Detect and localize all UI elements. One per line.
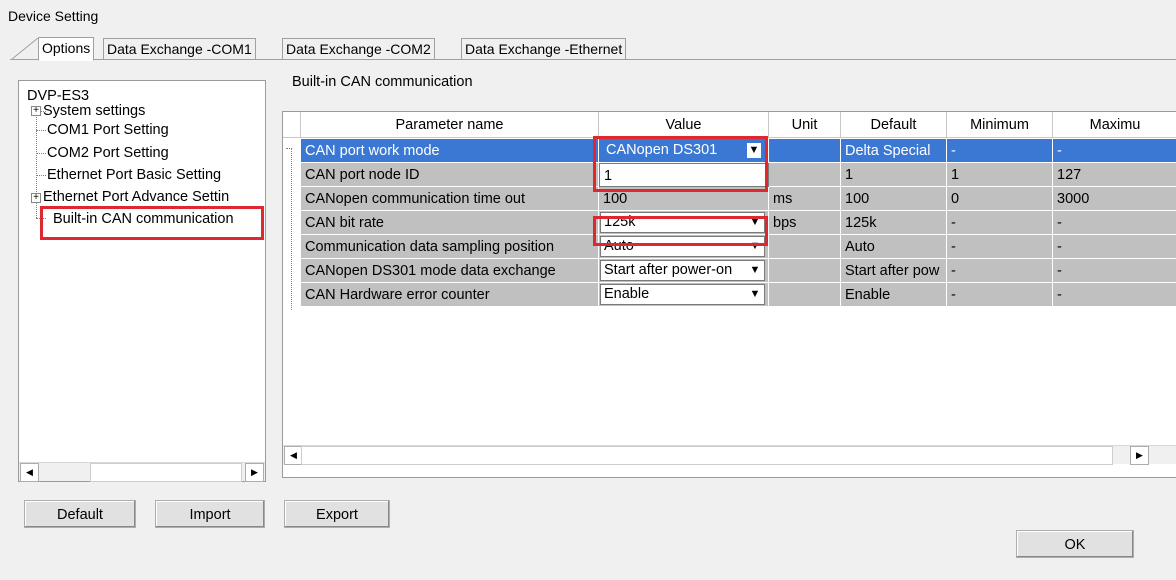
column-header-default[interactable]: Default [841,112,947,138]
param-name-cell[interactable]: CAN Hardware error counter [301,283,599,307]
param-name-cell[interactable]: CAN port node ID [301,163,599,187]
value-cell[interactable]: Start after power-on ▼ [599,259,769,283]
arrow-right-icon[interactable]: ▶ [245,463,264,482]
default-cell: Start after pow [841,259,947,283]
arrow-right-icon[interactable]: ▶ [1130,446,1149,465]
arrow-left-icon[interactable]: ◀ [20,463,39,482]
window-title: Device Setting [8,8,99,24]
tree-item-com1-port-setting[interactable]: COM1 Port Setting [47,121,169,139]
param-name-cell[interactable]: CAN port work mode [301,139,599,163]
unit-cell [769,139,841,163]
value-dropdown[interactable]: Enable ▼ [600,284,765,305]
minimum-cell: - [947,235,1053,259]
minimum-cell: - [947,139,1053,163]
tab-data-exchange-com2[interactable]: Data Exchange -COM2 [282,38,435,59]
expand-icon[interactable]: + [31,193,41,203]
export-button[interactable]: Export [284,500,390,528]
column-header-unit[interactable]: Unit [769,112,841,138]
tree-item-ethernet-port-basic-setting[interactable]: Ethernet Port Basic Setting [47,166,221,184]
grid-header-spacer [283,112,301,138]
maximum-cell: - [1053,235,1176,259]
dropdown-arrow-icon[interactable]: ▼ [748,287,762,302]
param-name-cell[interactable]: CAN bit rate [301,211,599,235]
value-dropdown-text: Enable [604,286,650,302]
param-name-cell[interactable]: CANopen DS301 mode data exchange [301,259,599,283]
maximum-cell: 127 [1053,163,1176,187]
minimum-cell: 1 [947,163,1053,187]
tree-connector [36,175,46,176]
scrollbar-thumb[interactable] [301,446,1113,465]
expand-icon[interactable]: + [31,106,41,116]
tab-underline [10,59,1176,60]
column-header-value[interactable]: Value [599,112,769,138]
default-cell: 1 [841,163,947,187]
tab-data-exchange-ethernet[interactable]: Data Exchange -Ethernet [461,38,627,59]
minimum-cell: - [947,259,1053,283]
maximum-cell: - [1053,259,1176,283]
default-cell: Auto [841,235,947,259]
unit-cell [769,283,841,307]
value-dropdown[interactable]: Start after power-on ▼ [600,260,765,281]
device-tree[interactable]: DVP-ES3 + System settings COM1 Port Sett… [18,80,266,482]
section-title: Built-in CAN communication [292,74,473,90]
tab-slant-edge [12,38,38,59]
default-button[interactable]: Default [24,500,136,528]
column-header-parameter-name[interactable]: Parameter name [301,112,599,138]
table-row[interactable]: CAN Hardware error counter Enable ▼ Enab… [283,283,1176,307]
table-row[interactable]: CANopen DS301 mode data exchange Start a… [283,259,1176,283]
maximum-cell: - [1053,139,1176,163]
default-cell: 125k [841,211,947,235]
maximum-cell: - [1053,283,1176,307]
ok-button[interactable]: OK [1016,530,1134,558]
scrollbar-thumb[interactable] [90,463,242,482]
column-header-maximum[interactable]: Maximu [1053,112,1176,138]
minimum-cell: 0 [947,187,1053,211]
maximum-cell: - [1053,211,1176,235]
default-cell: Enable [841,283,947,307]
unit-cell [769,259,841,283]
highlight-box-tree-item [40,206,264,240]
import-button[interactable]: Import [155,500,265,528]
grid-horizontal-scrollbar[interactable]: ◀ ▶ [283,445,1176,465]
unit-cell [769,163,841,187]
tree-item-system-settings[interactable]: System settings [43,102,145,120]
highlight-box-work-mode-node-id [593,136,768,192]
tab-options[interactable]: Options [38,37,95,61]
dropdown-arrow-icon[interactable]: ▼ [748,263,762,278]
unit-cell: ms [769,187,841,211]
default-cell: Delta Special [841,139,947,163]
unit-cell [769,235,841,259]
param-name-cell[interactable]: Communication data sampling position [301,235,599,259]
param-name-cell[interactable]: CANopen communication time out [301,187,599,211]
tree-horizontal-scrollbar[interactable]: ◀ ▶ [19,462,265,482]
value-dropdown-text: Start after power-on [604,262,733,278]
tree-item-com2-port-setting[interactable]: COM2 Port Setting [47,144,169,162]
tab-data-exchange-com1[interactable]: Data Exchange -COM1 [103,38,256,59]
tree-connector [36,153,46,154]
default-cell: 100 [841,187,947,211]
tree-item-ethernet-port-advance-setting[interactable]: Ethernet Port Advance Settin [43,188,229,206]
column-header-minimum[interactable]: Minimum [947,112,1053,138]
maximum-cell: 3000 [1053,187,1176,211]
tree-connector [36,130,46,131]
value-cell[interactable]: Enable ▼ [599,283,769,307]
unit-cell: bps [769,211,841,235]
minimum-cell: - [947,283,1053,307]
highlight-box-bit-rate [593,216,768,246]
minimum-cell: - [947,211,1053,235]
